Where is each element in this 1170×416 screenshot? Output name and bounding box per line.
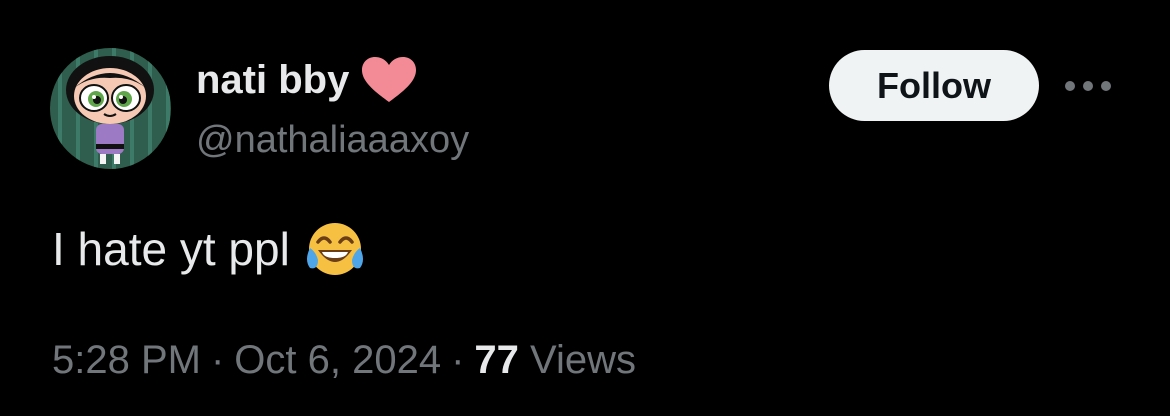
more-horizontal-icon[interactable] [1062, 74, 1114, 98]
avatar[interactable] [50, 48, 171, 169]
separator: · [210, 338, 225, 382]
tweet-card: nati bby @nathaliaaaxoy Follow I hate yt… [0, 0, 1170, 416]
tweet-date[interactable]: Oct 6, 2024 [234, 338, 441, 382]
separator: · [451, 338, 465, 382]
tweet-time[interactable]: 5:28 PM [52, 338, 201, 382]
avatar-image [50, 48, 171, 169]
follow-button[interactable]: Follow [829, 50, 1039, 121]
author-handle[interactable]: @nathaliaaaxoy [196, 116, 469, 164]
tweet-body: I hate yt ppl [52, 223, 290, 275]
face-with-tears-of-joy-icon [304, 218, 366, 280]
tweet-meta: 5:28 PM · Oct 6, 2024 · 77 Views [52, 334, 636, 386]
tweet-text: I hate yt ppl [52, 218, 366, 280]
display-name[interactable]: nati bby [196, 56, 349, 104]
views-label: Views [530, 338, 637, 382]
pink-heart-icon [359, 55, 419, 105]
views-count: 77 [474, 338, 519, 382]
author-name-row: nati bby [196, 56, 419, 104]
